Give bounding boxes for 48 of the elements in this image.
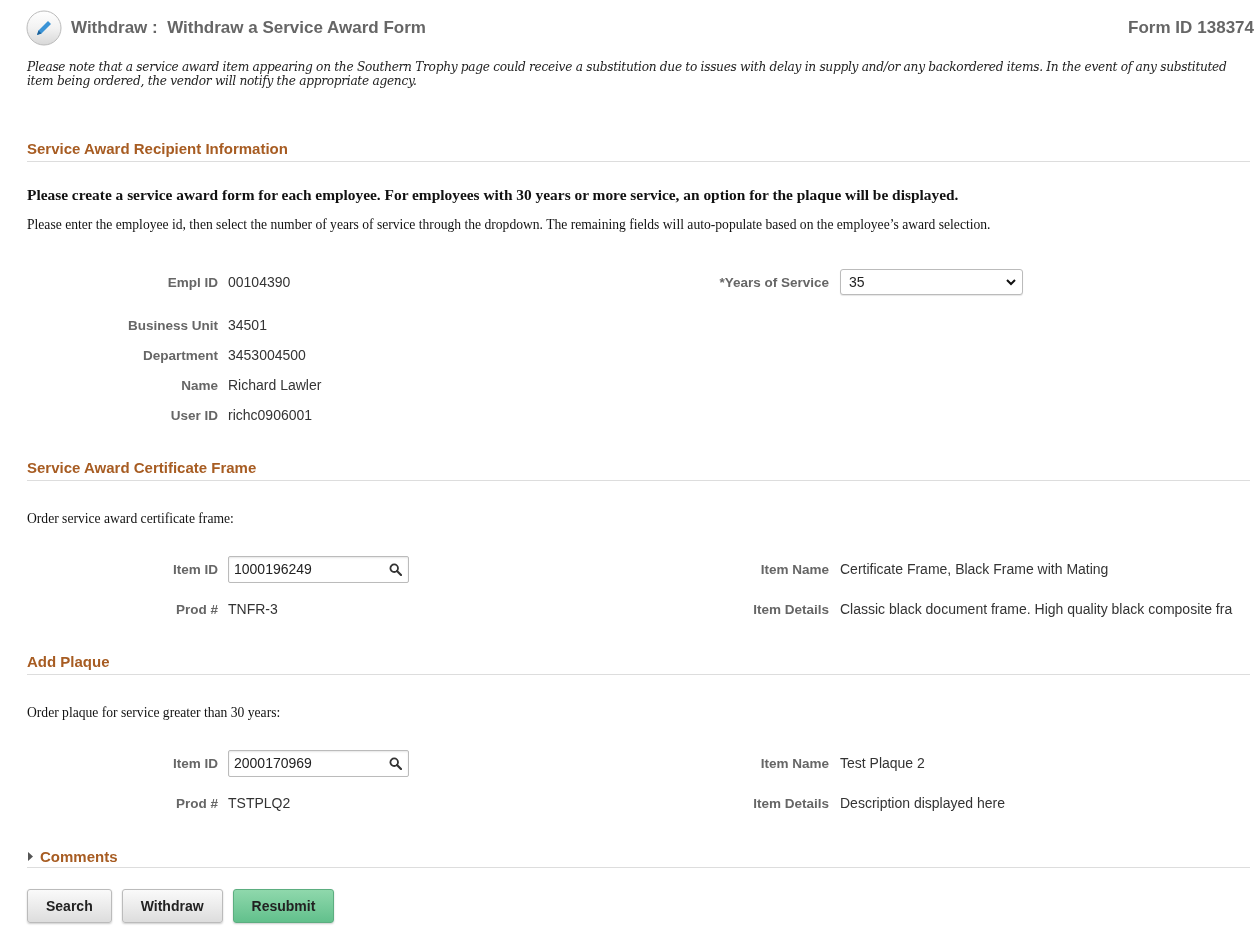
field-label: Name <box>180 377 218 393</box>
action-button[interactable]: Search <box>27 889 112 923</box>
form-id-label: Form ID <box>1128 18 1193 38</box>
section-instruction: Order plaque for service greater than 30 years: <box>27 705 282 721</box>
field-label: Empl ID <box>166 274 218 290</box>
item-details-value: Description displayed here <box>840 795 1005 811</box>
section-heading[interactable]: Comments <box>40 848 118 865</box>
action-button[interactable]: Withdraw <box>121 889 223 923</box>
item-name-value: Test Plaque 2 <box>840 755 925 771</box>
field-label: Business Unit <box>126 317 218 333</box>
search-icon[interactable] <box>389 562 402 576</box>
search-icon[interactable] <box>389 756 402 770</box>
section-instruction: Order service award certificate frame: <box>27 511 235 527</box>
pencil-icon <box>26 10 62 46</box>
section-heading: Service Award Recipient Information <box>27 140 288 157</box>
field-value: richc0906001 <box>228 407 313 423</box>
field-value: 34501 <box>228 317 267 333</box>
item-name-value: Certificate Frame, Black Frame with Mating <box>840 561 1109 577</box>
item-details-value: Classic black document frame. High quality black composite fra <box>840 601 1233 617</box>
field-label: Department <box>142 347 218 363</box>
chevron-down-icon <box>1006 278 1016 286</box>
item-id-field[interactable]: 1000196249 <box>228 555 409 583</box>
field-label: Item Details <box>752 795 829 811</box>
field-label: *Years of Service <box>718 274 829 290</box>
item-id-field[interactable]: 2000170969 <box>228 749 409 777</box>
field-label: Item ID <box>172 561 218 577</box>
triangle-right-icon[interactable] <box>27 852 34 861</box>
years-dropdown[interactable]: 35 <box>840 269 1023 295</box>
field-value: Richard Lawler <box>228 377 322 393</box>
field-label: Item Name <box>759 561 829 577</box>
field-label: User ID <box>169 407 218 423</box>
page-title: Withdraw : Withdraw a Service Award Form <box>71 18 426 38</box>
section-heading: Add Plaque <box>27 653 110 670</box>
field-label: Item Name <box>759 755 829 771</box>
prod-value: TNFR-3 <box>228 601 278 617</box>
field-label: Item ID <box>172 755 218 771</box>
instruction-text: Please enter the employee id, then select the number of years of service through the dropdown. The remaining fields will auto-populate based on the employee’s award selection. <box>27 217 992 233</box>
submit-button[interactable]: Resubmit <box>232 889 335 923</box>
field-value: 3453004500 <box>228 347 306 363</box>
notice-text: Please note that a service award item appearing on the Southern Trophy page could receive a substitution due to issues with delay in supply and/or any backordered items. In the event of any substituted item being ordered, the vendor will notify the appropriate agency. <box>27 60 1228 88</box>
prod-value: TSTPLQ2 <box>228 795 291 811</box>
field-label: Prod # <box>175 795 218 811</box>
section-heading: Service Award Certificate Frame <box>27 459 257 476</box>
field-label: Item Details <box>752 601 829 617</box>
instruction-heading: Please create a service award form for each employee. For employees with 30 years or more service, an option for the plaque will be displayed. <box>27 186 960 204</box>
field-label: Prod # <box>175 601 218 617</box>
form-id-value: 138374 <box>1197 18 1254 38</box>
empl-id-value: 00104390 <box>228 274 291 290</box>
